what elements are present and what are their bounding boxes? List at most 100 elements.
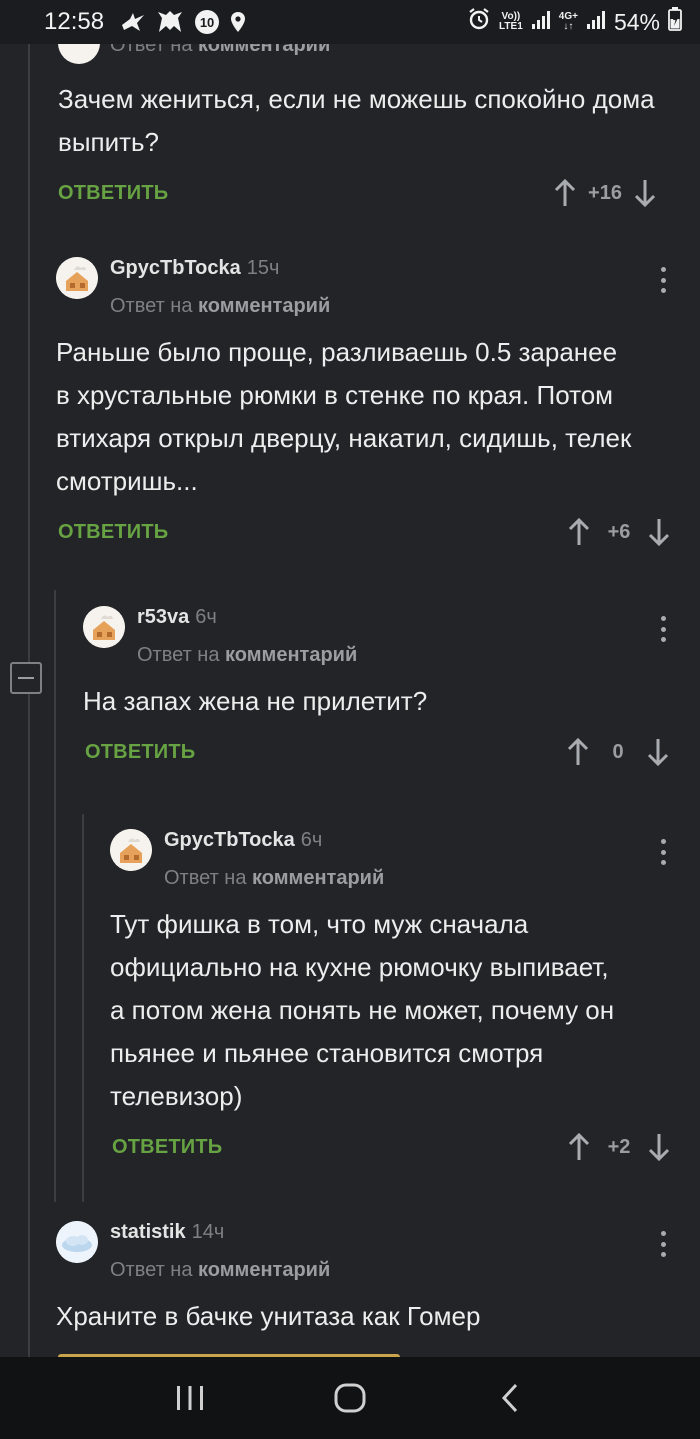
- thread-line-level-1: [28, 44, 30, 1357]
- author-name[interactable]: GpycTbTocka 15ч: [110, 257, 279, 280]
- comment-thread[interactable]: Ответ на комментарий Зачем жениться, есл…: [0, 44, 700, 1357]
- author-username[interactable]: GpycTbTocka: [110, 257, 241, 279]
- volte-indicator: Vo)) LTE1: [499, 12, 523, 32]
- author-username[interactable]: GpycTbTocka: [164, 829, 295, 851]
- upvote-arrow-icon[interactable]: [566, 1132, 592, 1162]
- comment-text: Тут фишка в том, что муж сначала официал…: [110, 909, 615, 1111]
- comment: GpycTbTocka 6ч Ответ на комментарий Тут ф…: [110, 829, 680, 1170]
- more-options-icon[interactable]: [660, 839, 666, 865]
- signal-icon-2: [586, 9, 606, 36]
- status-right: Vo)) LTE1 4G+ ↓↑ 54%: [467, 7, 682, 37]
- reply-prefix: Ответ на: [110, 44, 193, 56]
- comment-header: statistik 14ч Ответ на комментарий: [56, 1221, 680, 1295]
- status-bar: 12:58 10 Vo)) LTE1 4G+ ↓↑ 54%: [0, 0, 700, 44]
- home-icon[interactable]: [320, 1368, 380, 1428]
- system-nav-bar: [0, 1357, 700, 1439]
- badge-number: 10: [199, 15, 215, 30]
- reply-button[interactable]: ОТВЕТИТЬ: [58, 521, 168, 544]
- reply-button[interactable]: ОТВЕТИТЬ: [112, 1136, 222, 1159]
- avatar[interactable]: [110, 829, 152, 871]
- reply-target-link[interactable]: комментарий: [198, 295, 330, 317]
- data-arrows-icon: ↓↑: [563, 21, 574, 32]
- location-icon: [230, 11, 246, 33]
- comment: r53va 6ч Ответ на комментарий На запах же…: [83, 606, 680, 775]
- vote-controls: +6: [566, 515, 672, 549]
- alarm-icon: [467, 7, 491, 37]
- comment-text: Храните в бачке унитаза как Гомер: [56, 1301, 481, 1331]
- avatar[interactable]: [83, 606, 125, 648]
- comment-age: 15ч: [246, 257, 280, 279]
- comment-actions: ОТВЕТИТЬ 0: [83, 735, 680, 775]
- upvote-arrow-icon[interactable]: [565, 737, 591, 767]
- author-name[interactable]: GpycTbTocka 6ч: [164, 829, 322, 852]
- downvote-arrow-icon[interactable]: [646, 517, 672, 547]
- recent-apps-icon[interactable]: [160, 1368, 220, 1428]
- comment-score: +16: [588, 181, 622, 204]
- reply-to: Ответ на комментарий: [137, 644, 357, 667]
- avatar[interactable]: [56, 1221, 98, 1263]
- reply-target-link[interactable]: комментарий: [225, 644, 357, 666]
- thread-line-level-3: [82, 814, 84, 1202]
- author-username[interactable]: r53va: [137, 606, 189, 628]
- comment-header: GpycTbTocka 15ч Ответ на комментарий: [56, 257, 680, 331]
- upvote-arrow-icon[interactable]: [552, 178, 578, 208]
- downvote-arrow-icon[interactable]: [645, 737, 671, 767]
- author-username[interactable]: statistik: [110, 1221, 186, 1243]
- reply-to: Ответ на комментарий: [110, 1259, 330, 1282]
- reply-button[interactable]: ОТВЕТИТЬ: [85, 741, 195, 764]
- comment-age: 6ч: [195, 606, 217, 628]
- battery-charging-icon: [668, 7, 682, 37]
- screen: 12:58 10 Vo)) LTE1 4G+ ↓↑ 54% Ответ на к…: [0, 0, 700, 1439]
- comment: statistik 14ч Ответ на комментарий Хранит…: [56, 1221, 680, 1338]
- comment-age: 14ч: [191, 1221, 225, 1243]
- bird-icon: [120, 11, 146, 33]
- reply-button[interactable]: ОТВЕТИТЬ: [58, 182, 168, 205]
- thread-line-level-2: [54, 590, 56, 1202]
- lte-label: LTE1: [499, 21, 523, 32]
- comment-actions: ОТВЕТИТЬ +2: [110, 1130, 680, 1170]
- cut-off-avatar: [58, 44, 100, 64]
- status-time: 12:58: [44, 8, 105, 35]
- reply-to: Ответ на комментарий: [110, 295, 330, 318]
- author-name[interactable]: statistik 14ч: [110, 1221, 224, 1244]
- reply-target-link[interactable]: комментарий: [198, 44, 330, 56]
- comment-header: GpycTbTocka 6ч Ответ на комментарий: [110, 829, 680, 903]
- vote-controls: +16: [552, 176, 658, 210]
- comment: GpycTbTocka 15ч Ответ на комментарий Рань…: [56, 257, 680, 555]
- vote-controls: 0: [565, 735, 671, 769]
- avatar[interactable]: [56, 257, 98, 299]
- comment-text: На запах жена не прилетит?: [83, 686, 428, 716]
- author-name[interactable]: r53va 6ч: [137, 606, 217, 629]
- comment: Зачем жениться, если не можешь спокойно …: [58, 78, 678, 216]
- comment-age: 6ч: [300, 829, 323, 851]
- collapse-thread-button[interactable]: [10, 662, 42, 694]
- reply-prefix: Ответ на: [110, 295, 193, 317]
- upvote-arrow-icon[interactable]: [566, 517, 592, 547]
- comment-actions: ОТВЕТИТЬ +6: [56, 515, 680, 555]
- reply-target-link[interactable]: комментарий: [198, 1259, 330, 1281]
- reply-to: Ответ на комментарий: [164, 867, 384, 890]
- downvote-arrow-icon[interactable]: [646, 1132, 672, 1162]
- vote-controls: +2: [566, 1130, 672, 1164]
- wolf-icon: [156, 10, 184, 34]
- comment-header: r53va 6ч Ответ на комментарий: [83, 606, 680, 680]
- reply-target-link[interactable]: комментарий: [252, 867, 384, 889]
- more-options-icon[interactable]: [660, 616, 666, 642]
- more-options-icon[interactable]: [660, 267, 666, 293]
- cut-off-reply-to: Ответ на комментарий: [110, 44, 330, 57]
- signal-icon-1: [531, 9, 551, 36]
- comment-text: Зачем жениться, если не можешь спокойно …: [58, 84, 655, 157]
- reply-prefix: Ответ на: [137, 644, 220, 666]
- comment-actions: ОТВЕТИТЬ +16: [58, 176, 678, 216]
- comment-score: +6: [607, 520, 631, 543]
- battery-percent: 54%: [613, 8, 660, 35]
- comment-score: 0: [612, 740, 624, 763]
- 4g-indicator: 4G+ ↓↑: [559, 12, 578, 32]
- comment-score: +2: [607, 1135, 631, 1158]
- downvote-arrow-icon[interactable]: [632, 178, 658, 208]
- badge-10-icon: 10: [194, 9, 220, 35]
- reply-prefix: Ответ на: [164, 867, 247, 889]
- back-icon[interactable]: [480, 1368, 540, 1428]
- reply-prefix: Ответ на: [110, 1259, 193, 1281]
- more-options-icon[interactable]: [660, 1231, 666, 1257]
